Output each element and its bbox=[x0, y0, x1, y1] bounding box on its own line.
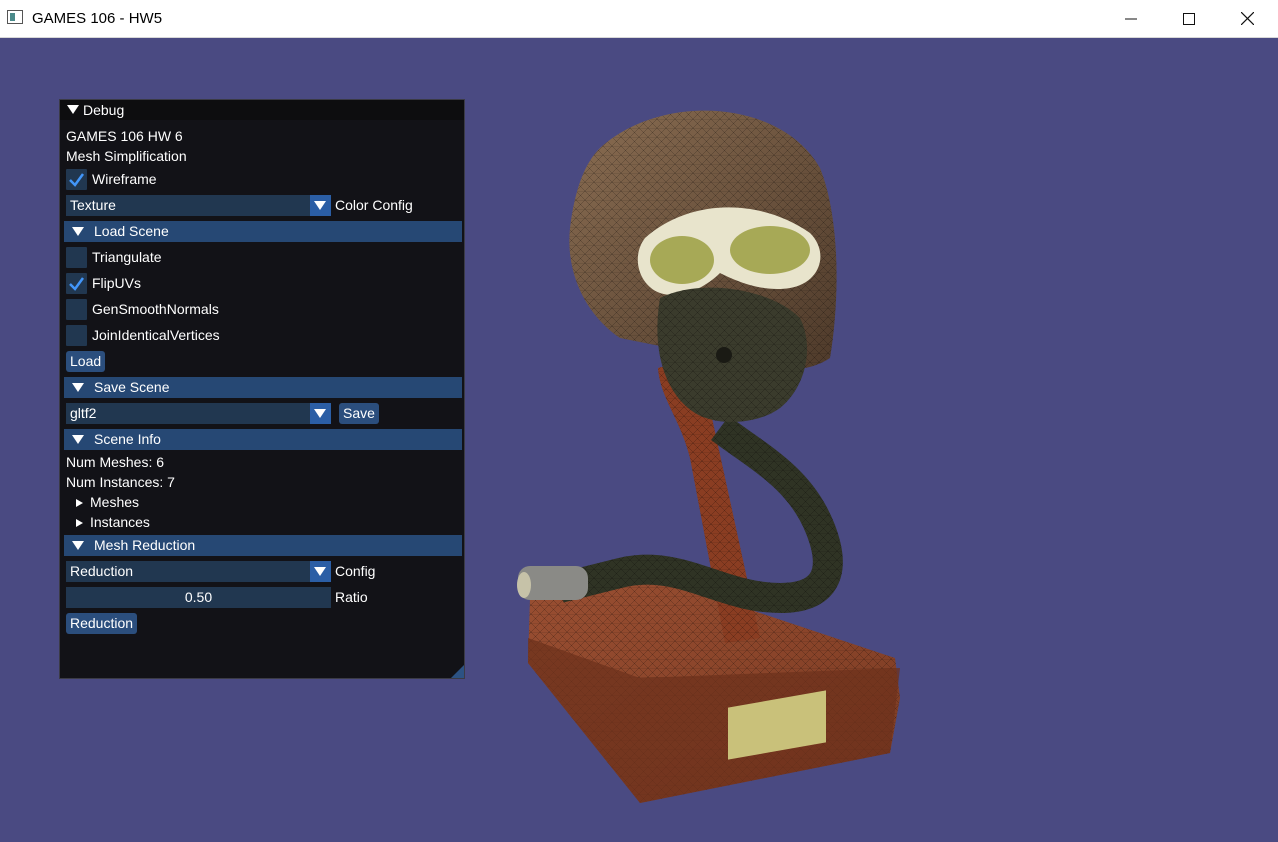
maximize-button[interactable] bbox=[1160, 0, 1218, 37]
instances-tree-node[interactable]: Instances bbox=[66, 514, 456, 532]
triangulate-checkbox[interactable] bbox=[66, 247, 87, 268]
reduction-button[interactable]: Reduction bbox=[66, 613, 138, 634]
chevron-down-icon[interactable] bbox=[310, 403, 331, 424]
color-config-dropdown[interactable]: Texture bbox=[66, 195, 331, 216]
collapse-arrow-icon bbox=[72, 383, 84, 392]
num-meshes-text: Num Meshes: 6 bbox=[66, 454, 165, 470]
reduction-config-value: Reduction bbox=[70, 563, 134, 579]
reduction-config-dropdown[interactable]: Reduction bbox=[66, 561, 331, 582]
scene-info-title: Scene Info bbox=[94, 431, 161, 447]
wireframe-label: Wireframe bbox=[92, 171, 157, 187]
load-button[interactable]: Load bbox=[66, 351, 106, 372]
scene-info-header[interactable]: Scene Info bbox=[64, 429, 462, 450]
triangulate-label: Triangulate bbox=[92, 249, 162, 265]
save-button[interactable]: Save bbox=[339, 403, 379, 424]
collapse-arrow-icon bbox=[72, 227, 84, 236]
minimize-icon bbox=[1125, 18, 1137, 19]
checkmark-icon bbox=[69, 277, 85, 291]
title-bar: GAMES 106 - HW5 bbox=[0, 0, 1278, 38]
panel-title: Debug bbox=[83, 102, 125, 118]
meshes-tree-node[interactable]: Meshes bbox=[66, 494, 456, 512]
reduction-config-label: Config bbox=[335, 563, 376, 579]
color-config-value: Texture bbox=[70, 197, 116, 213]
joinidenticalvertices-checkbox[interactable] bbox=[66, 325, 87, 346]
color-config-label: Color Config bbox=[335, 197, 413, 213]
close-icon bbox=[1240, 12, 1254, 25]
info-line-2: Mesh Simplification bbox=[66, 148, 187, 164]
flipuvs-checkbox[interactable] bbox=[66, 273, 87, 294]
gensmoothnormals-label: GenSmoothNormals bbox=[92, 301, 219, 317]
checkmark-icon bbox=[69, 173, 85, 187]
instances-node-label: Instances bbox=[90, 514, 150, 530]
joinidenticalvertices-label: JoinIdenticalVertices bbox=[92, 327, 220, 343]
expand-arrow-icon bbox=[76, 499, 83, 507]
collapse-arrow-icon bbox=[72, 541, 84, 550]
close-button[interactable] bbox=[1218, 0, 1276, 37]
mesh-reduction-title: Mesh Reduction bbox=[94, 537, 196, 553]
debug-panel-titlebar[interactable]: Debug bbox=[60, 100, 464, 120]
save-scene-title: Save Scene bbox=[94, 379, 170, 395]
maximize-icon bbox=[1183, 12, 1195, 25]
mesh-reduction-header[interactable]: Mesh Reduction bbox=[64, 535, 462, 556]
load-scene-header[interactable]: Load Scene bbox=[64, 221, 462, 242]
resize-grip[interactable] bbox=[451, 665, 464, 678]
collapse-arrow-icon[interactable] bbox=[67, 105, 79, 114]
wireframe-checkbox[interactable] bbox=[66, 169, 87, 190]
expand-arrow-icon bbox=[76, 519, 83, 527]
gensmoothnormals-checkbox[interactable] bbox=[66, 299, 87, 320]
ratio-label: Ratio bbox=[335, 589, 368, 605]
info-line-1: GAMES 106 HW 6 bbox=[66, 128, 183, 144]
chevron-down-icon[interactable] bbox=[310, 561, 331, 582]
chevron-down-icon[interactable] bbox=[310, 195, 331, 216]
minimize-button[interactable] bbox=[1102, 0, 1160, 37]
meshes-node-label: Meshes bbox=[90, 494, 140, 510]
debug-panel[interactable]: Debug GAMES 106 HW 6 Mesh Simplification… bbox=[59, 99, 465, 679]
save-format-dropdown[interactable]: gltf2 bbox=[66, 403, 331, 424]
save-scene-header[interactable]: Save Scene bbox=[64, 377, 462, 398]
save-format-value: gltf2 bbox=[70, 405, 97, 421]
num-instances-text: Num Instances: 7 bbox=[66, 474, 175, 490]
collapse-arrow-icon bbox=[72, 435, 84, 444]
app-icon bbox=[7, 10, 23, 24]
load-scene-title: Load Scene bbox=[94, 223, 169, 239]
ratio-slider[interactable]: 0.50 bbox=[66, 587, 331, 608]
flipuvs-label: FlipUVs bbox=[92, 275, 142, 291]
window-title: GAMES 106 - HW5 bbox=[32, 10, 163, 27]
